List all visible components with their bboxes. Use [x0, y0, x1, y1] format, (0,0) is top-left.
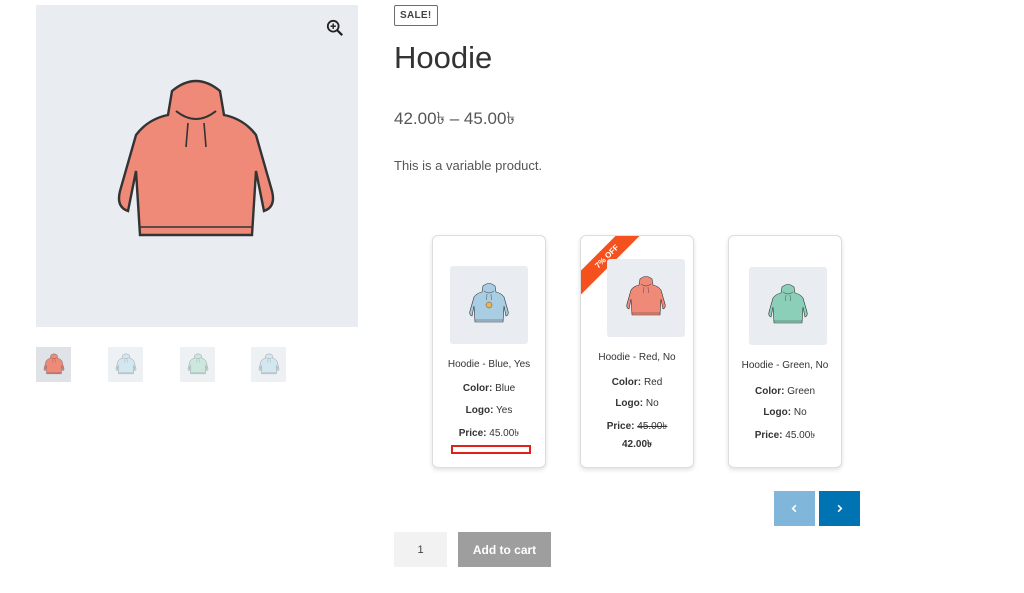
variation-logo: Logo: No [763, 407, 807, 418]
carousel-prev-button[interactable] [774, 491, 815, 526]
variation-logo: Logo: No [615, 398, 659, 409]
variation-image [607, 259, 685, 337]
variation-price: Price: 45.00৳ [606, 421, 668, 432]
thumbnail-hoodie-blue-logo[interactable] [108, 347, 143, 382]
variation-color: Color: Green [754, 386, 816, 397]
product-main-image[interactable] [36, 5, 358, 327]
chevron-left-icon [791, 504, 797, 513]
highlight-box [451, 445, 531, 454]
variation-name: Hoodie - Blue, Yes [447, 359, 531, 370]
carousel-next-button[interactable] [819, 491, 860, 526]
variation-price: Price: 45.00৳ [754, 430, 816, 441]
variation-name: Hoodie - Green, No [741, 360, 829, 371]
variation-image [450, 266, 528, 344]
add-to-cart-button[interactable]: Add to cart [458, 532, 551, 567]
variation-logo: Logo: Yes [465, 405, 513, 416]
variation-price: Price: 45.00৳ [458, 428, 520, 439]
hoodie-green-icon [185, 352, 211, 378]
hoodie-red-image [96, 67, 296, 267]
price-range: 42.00৳ – 45.00৳ [394, 109, 515, 128]
variation-card-green-no[interactable]: Hoodie - Green, No Color: Green Logo: No… [728, 235, 842, 468]
variation-color: Color: Red [611, 377, 663, 388]
sale-badge: SALE! [394, 5, 438, 26]
variation-card-red-no[interactable]: 7% OFF Hoodie - Red, No Color: Red Logo:… [580, 235, 694, 468]
thumbnail-hoodie-blue[interactable] [251, 347, 286, 382]
hoodie-red-icon [621, 273, 671, 323]
hoodie-red-icon [41, 352, 67, 378]
variation-color: Color: Blue [462, 383, 516, 394]
product-description: This is a variable product. [394, 158, 543, 173]
hoodie-blue-logo-icon [113, 352, 139, 378]
thumbnail-hoodie-red[interactable] [36, 347, 71, 382]
hoodie-green-icon [763, 281, 813, 331]
variation-name: Hoodie - Red, No [598, 352, 676, 363]
variation-image [749, 267, 827, 345]
chevron-right-icon [837, 504, 843, 513]
thumbnail-hoodie-green[interactable] [180, 347, 215, 382]
variation-sale-price: 42.00৳ [621, 439, 652, 450]
quantity-input[interactable] [394, 532, 447, 567]
hoodie-blue-icon [256, 352, 282, 378]
product-title: Hoodie [394, 40, 493, 75]
variation-card-blue-yes[interactable]: Hoodie - Blue, Yes Color: Blue Logo: Yes… [432, 235, 546, 468]
zoom-in-icon[interactable] [326, 19, 344, 37]
hoodie-blue-logo-icon [464, 280, 514, 330]
